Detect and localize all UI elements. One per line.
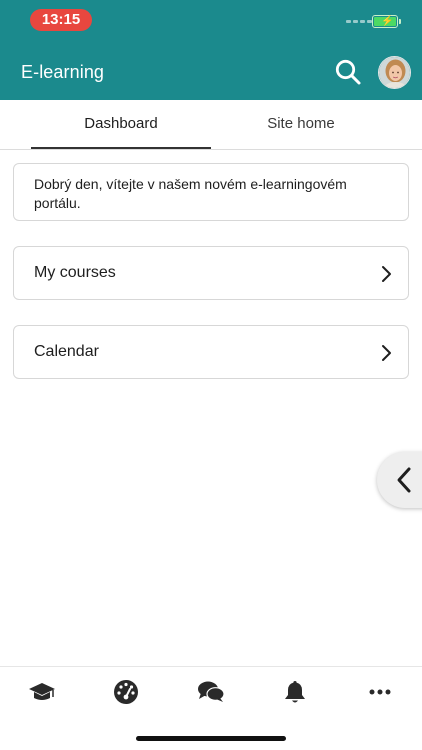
home-indicator[interactable] <box>136 736 286 741</box>
chevron-right-icon <box>382 345 391 361</box>
signal-icon <box>346 20 372 23</box>
app-title: E-learning <box>21 62 105 82</box>
graduation-cap-icon <box>29 683 55 700</box>
nav-courses-button[interactable] <box>28 679 56 705</box>
block-drawer-toggle[interactable] <box>377 452 422 508</box>
search-button[interactable] <box>334 58 362 86</box>
bell-icon <box>285 681 305 703</box>
tab-dashboard[interactable]: Dashboard <box>31 100 211 149</box>
nav-messages-button[interactable] <box>197 679 225 705</box>
tab-bar: Dashboard Site home <box>0 100 422 150</box>
nav-notifications-button[interactable] <box>281 679 309 705</box>
calendar-link[interactable]: Calendar <box>13 325 409 379</box>
bottom-navigation <box>0 666 422 716</box>
welcome-message: Dobrý den, vítejte v našem novém e-learn… <box>13 163 409 221</box>
search-icon <box>335 59 361 85</box>
status-time[interactable]: 13:15 <box>30 9 92 31</box>
chevron-right-icon <box>382 266 391 282</box>
my-courses-link[interactable]: My courses <box>13 246 409 300</box>
status-bar: 13:15 ⚡ <box>0 0 422 44</box>
app-header: 13:15 ⚡ E-learning <box>0 0 422 100</box>
battery-tip <box>399 19 401 24</box>
chevron-left-icon <box>397 467 411 493</box>
nav-dashboard-button[interactable] <box>112 679 140 705</box>
tab-site-home[interactable]: Site home <box>211 100 391 149</box>
messages-icon <box>198 681 225 702</box>
user-avatar[interactable] <box>378 56 411 89</box>
calendar-label: Calendar <box>34 343 99 360</box>
battery-icon: ⚡ <box>372 15 398 28</box>
nav-more-button[interactable] <box>366 679 394 705</box>
more-icon <box>369 689 391 695</box>
my-courses-label: My courses <box>34 264 116 281</box>
dashboard-gauge-icon <box>114 680 138 704</box>
